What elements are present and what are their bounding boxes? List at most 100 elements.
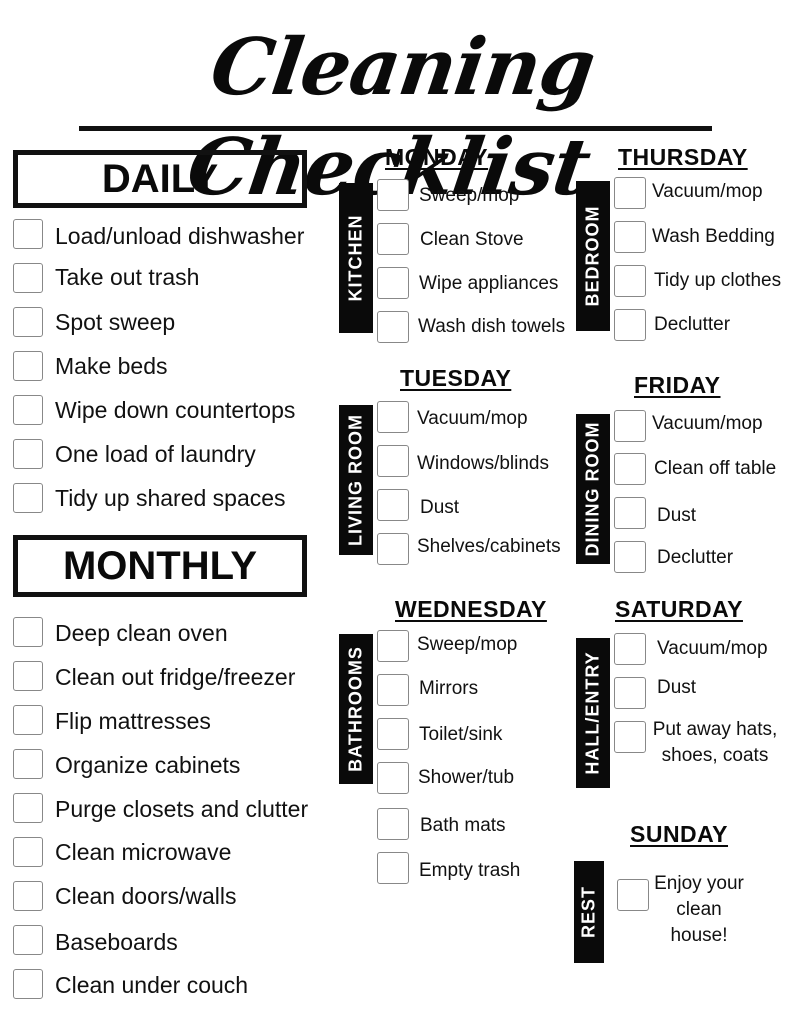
thursday-item: Wash Bedding	[652, 226, 775, 247]
daily-checkbox-3[interactable]	[13, 307, 43, 337]
friday-item: Clean off table	[654, 458, 777, 479]
room-label-text: DINING ROOM	[582, 421, 603, 557]
monthly-checkbox-4[interactable]	[13, 749, 43, 779]
title-divider	[79, 126, 712, 131]
monday-item: Wash dish towels	[418, 316, 566, 337]
daily-checkbox-4[interactable]	[13, 351, 43, 381]
wednesday-checkbox-3[interactable]	[377, 718, 409, 750]
monthly-checkbox-1[interactable]	[13, 617, 43, 647]
room-label-text: HALL/ENTRY	[582, 651, 603, 775]
room-label-living-room: LIVING ROOM	[339, 405, 373, 555]
room-label-hall-entry: HALL/ENTRY	[576, 638, 610, 788]
monday-checkbox-4[interactable]	[377, 311, 409, 343]
monthly-checkbox-8[interactable]	[13, 925, 43, 955]
tuesday-checkbox-1[interactable]	[377, 401, 409, 433]
wednesday-checkbox-1[interactable]	[377, 630, 409, 662]
daily-item: Tidy up shared spaces	[55, 485, 286, 511]
room-label-bedroom: BEDROOM	[576, 181, 610, 331]
friday-checkbox-1[interactable]	[614, 410, 646, 442]
saturday-item: Vacuum/mop	[657, 638, 768, 659]
wednesday-item: Sweep/mop	[417, 634, 518, 655]
monthly-item: Deep clean oven	[55, 620, 228, 646]
day-heading-saturday: SATURDAY	[615, 596, 743, 622]
tuesday-item: Windows/blinds	[417, 453, 549, 474]
thursday-item: Declutter	[654, 314, 731, 335]
monthly-checkbox-9[interactable]	[13, 969, 43, 999]
friday-checkbox-4[interactable]	[614, 541, 646, 573]
monthly-heading: MONTHLY	[13, 535, 307, 597]
wednesday-checkbox-5[interactable]	[377, 808, 409, 840]
thursday-checkbox-3[interactable]	[614, 265, 646, 297]
monthly-checkbox-7[interactable]	[13, 881, 43, 911]
tuesday-item: Vacuum/mop	[417, 408, 528, 429]
room-label-text: BEDROOM	[582, 205, 603, 307]
monthly-checkbox-3[interactable]	[13, 705, 43, 735]
room-label-dining-room: DINING ROOM	[576, 414, 610, 564]
daily-item: Make beds	[55, 353, 168, 379]
room-label-text: REST	[578, 885, 599, 939]
monthly-checkbox-2[interactable]	[13, 661, 43, 691]
wednesday-checkbox-4[interactable]	[377, 762, 409, 794]
monday-item: Clean Stove	[420, 229, 524, 250]
thursday-item: Tidy up clothes	[654, 270, 782, 291]
room-label-text: BATHROOMS	[345, 646, 366, 772]
monday-item: Sweep/mop	[419, 185, 520, 206]
daily-checkbox-2[interactable]	[13, 263, 43, 293]
tuesday-item: Dust	[420, 497, 460, 518]
saturday-item: Dust	[657, 677, 697, 698]
daily-item: Take out trash	[55, 264, 200, 290]
tuesday-item: Shelves/cabinets	[417, 536, 561, 557]
room-label-text: KITCHEN	[345, 214, 366, 302]
monthly-item: Clean under couch	[55, 972, 249, 998]
daily-checkbox-6[interactable]	[13, 439, 43, 469]
friday-item: Vacuum/mop	[652, 413, 763, 434]
day-heading-sunday: SUNDAY	[630, 821, 729, 847]
thursday-checkbox-1[interactable]	[614, 177, 646, 209]
daily-checkbox-7[interactable]	[13, 483, 43, 513]
monthly-checkbox-6[interactable]	[13, 837, 43, 867]
monthly-checkbox-5[interactable]	[13, 793, 43, 823]
tuesday-checkbox-3[interactable]	[377, 489, 409, 521]
friday-checkbox-2[interactable]	[614, 453, 646, 485]
monday-checkbox-1[interactable]	[377, 179, 409, 211]
monday-checkbox-2[interactable]	[377, 223, 409, 255]
wednesday-item: Bath mats	[420, 815, 506, 836]
wednesday-item: Mirrors	[419, 678, 479, 699]
thursday-item: Vacuum/mop	[652, 181, 763, 202]
monthly-item: Baseboards	[55, 929, 178, 955]
day-heading-friday: FRIDAY	[634, 372, 721, 398]
daily-item: Load/unload dishwasher	[55, 223, 305, 249]
day-heading-wednesday: WEDNESDAY	[395, 596, 547, 622]
monday-item: Wipe appliances	[419, 273, 559, 294]
saturday-checkbox-1[interactable]	[614, 633, 646, 665]
day-heading-monday: MONDAY	[385, 144, 489, 170]
thursday-checkbox-4[interactable]	[614, 309, 646, 341]
friday-checkbox-3[interactable]	[614, 497, 646, 529]
daily-checkbox-5[interactable]	[13, 395, 43, 425]
daily-item: Wipe down countertops	[55, 397, 296, 423]
daily-item: Spot sweep	[55, 309, 176, 335]
tuesday-checkbox-2[interactable]	[377, 445, 409, 477]
sunday-checkbox-1[interactable]	[617, 879, 649, 911]
saturday-checkbox-2[interactable]	[614, 677, 646, 709]
thursday-checkbox-2[interactable]	[614, 221, 646, 253]
sunday-item: Enjoy your clean house!	[654, 873, 744, 946]
daily-checkbox-1[interactable]	[13, 219, 43, 249]
daily-heading: DAILY	[13, 150, 307, 208]
monday-checkbox-3[interactable]	[377, 267, 409, 299]
room-label-kitchen: KITCHEN	[339, 183, 373, 333]
wednesday-item: Shower/tub	[418, 767, 515, 788]
monthly-item: Clean out fridge/freezer	[55, 664, 296, 690]
room-label-text: LIVING ROOM	[345, 414, 366, 546]
monthly-item: Flip mattresses	[55, 708, 211, 734]
wednesday-checkbox-6[interactable]	[377, 852, 409, 884]
tuesday-checkbox-4[interactable]	[377, 533, 409, 565]
wednesday-item: Toilet/sink	[419, 724, 503, 745]
monthly-item: Purge closets and clutter	[55, 796, 309, 822]
wednesday-checkbox-2[interactable]	[377, 674, 409, 706]
saturday-checkbox-3[interactable]	[614, 721, 646, 753]
saturday-item: Put away hats, shoes, coats	[652, 719, 778, 766]
monthly-item: Organize cabinets	[55, 752, 241, 778]
friday-item: Dust	[657, 505, 697, 526]
wednesday-item: Empty trash	[419, 860, 521, 881]
